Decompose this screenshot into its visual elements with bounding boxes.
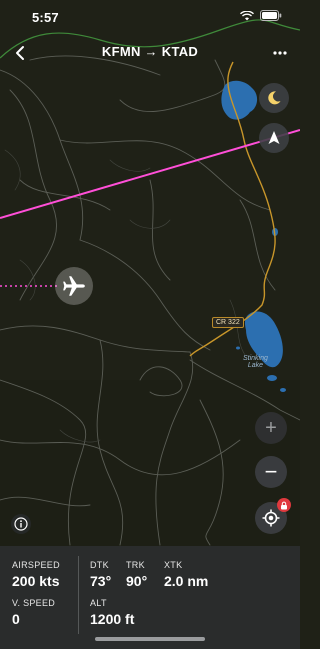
vspeed-cell: V. SPEED 0 <box>12 598 55 627</box>
dtk-value: 73° <box>90 573 112 589</box>
nav-header: KFMN → KTAD <box>0 38 300 68</box>
status-time: 5:57 <box>32 10 59 25</box>
zoom-out-button[interactable]: − <box>255 456 287 488</box>
airspeed-label: AIRSPEED <box>12 560 60 570</box>
north-up-button[interactable] <box>259 123 289 153</box>
wifi-icon <box>240 10 254 20</box>
panel-divider <box>78 556 79 634</box>
road-label: CR 322 <box>212 317 244 328</box>
vspeed-label: V. SPEED <box>12 598 56 608</box>
trk-cell: TRK 90° <box>126 560 147 589</box>
dtk-cell: DTK 73° <box>90 560 111 589</box>
status-bar: 5:57 <box>0 0 300 34</box>
north-arrow-icon <box>268 131 280 144</box>
alt-label: ALT <box>90 598 107 608</box>
xtk-value: 2.0 nm <box>164 573 209 589</box>
status-icons <box>240 10 282 21</box>
lock-badge <box>277 498 291 512</box>
lake-label: Stinking Lake <box>243 355 268 369</box>
moon-icon <box>268 91 281 105</box>
plus-icon: + <box>265 417 277 439</box>
info-icon <box>14 517 28 531</box>
xtk-label: XTK <box>164 560 183 570</box>
airplane-icon <box>63 276 85 296</box>
dtk-label: DTK <box>90 560 109 570</box>
xtk-cell: XTK 2.0 nm <box>164 560 208 589</box>
route-title: KFMN → KTAD <box>101 44 199 59</box>
vspeed-value: 0 <box>12 611 20 627</box>
home-indicator[interactable] <box>95 637 205 641</box>
airspeed-cell: AIRSPEED 200 kts <box>12 560 60 589</box>
flight-data-panel: AIRSPEED 200 kts V. SPEED 0 DTK 73° TRK … <box>0 546 300 649</box>
crosshair-icon <box>262 509 280 527</box>
lake-label-line1: Stinking <box>243 355 268 362</box>
minus-icon: − <box>264 459 278 484</box>
night-mode-button[interactable] <box>259 83 289 113</box>
airspeed-value: 200 kts <box>12 573 60 589</box>
alt-value: 1200 ft <box>90 611 135 627</box>
lock-icon <box>281 501 287 509</box>
aircraft-marker[interactable] <box>55 267 93 305</box>
more-options-button[interactable] <box>266 40 294 66</box>
trk-value: 90° <box>126 573 148 589</box>
trk-label: TRK <box>126 560 145 570</box>
alt-cell: ALT 1200 ft <box>90 598 134 627</box>
lake-label-line2: Lake <box>247 362 264 369</box>
more-dots-icon <box>273 51 287 55</box>
info-button[interactable] <box>11 514 31 534</box>
battery-icon <box>260 10 282 21</box>
zoom-in-button[interactable]: + <box>255 412 287 444</box>
